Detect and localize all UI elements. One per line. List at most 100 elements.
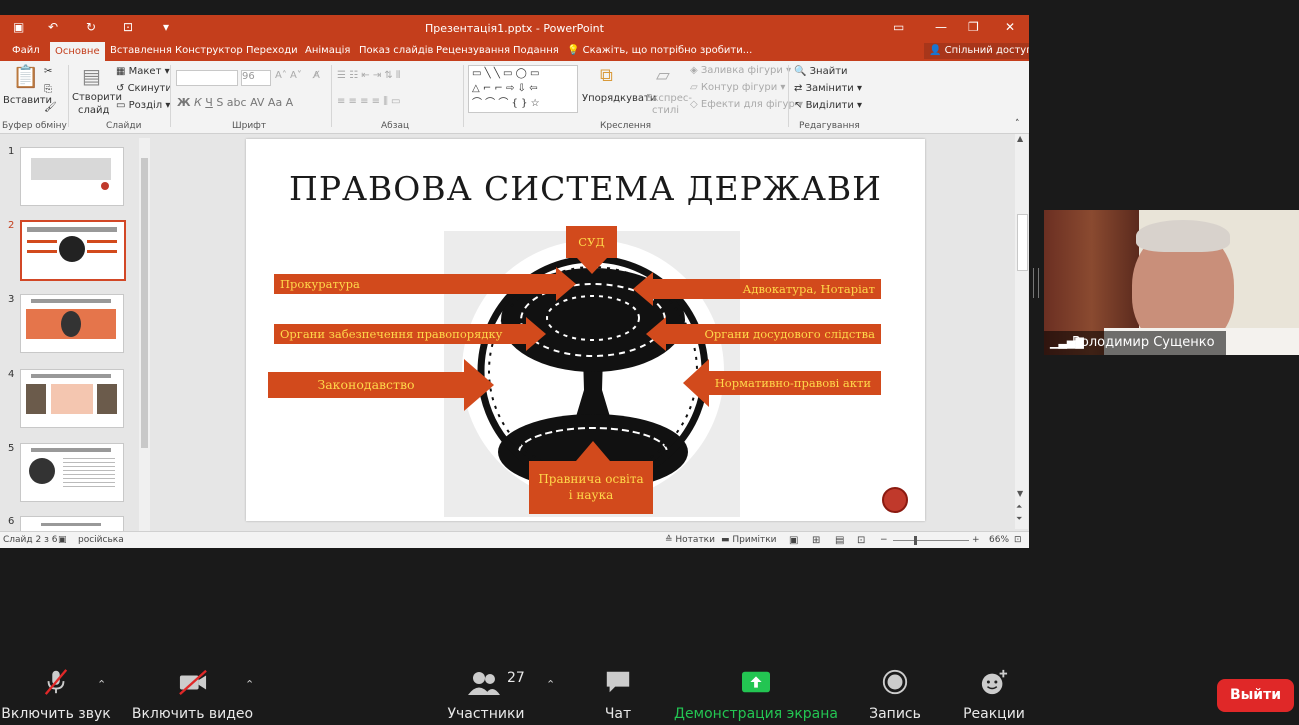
split-handle[interactable]: [1033, 268, 1039, 298]
zoom-out-icon[interactable]: −: [880, 535, 888, 545]
label-normative[interactable]: Нормативно-правові акти: [708, 371, 881, 395]
divider: [463, 65, 464, 127]
new-slide-button-line2[interactable]: слайд: [78, 105, 109, 116]
comments-button[interactable]: ▬ Примітки: [721, 535, 777, 545]
tab-transitions[interactable]: Переходи: [246, 45, 298, 56]
tell-me-search[interactable]: 💡 Скажіть, що потрібно зробити...: [567, 45, 752, 56]
thumbnail-slide-4[interactable]: [20, 369, 124, 428]
tab-slideshow[interactable]: Показ слайдів: [359, 45, 433, 56]
tab-insert[interactable]: Вставлення: [110, 45, 172, 56]
tab-home[interactable]: Основне: [50, 42, 105, 61]
chat-button[interactable]: Чат: [590, 668, 646, 722]
zoom-in-icon[interactable]: +: [972, 535, 980, 545]
arrange-icon[interactable]: ⧉: [600, 65, 613, 86]
font-family-input[interactable]: [176, 70, 238, 86]
unmute-button[interactable]: Включить звук: [0, 668, 112, 722]
record-button[interactable]: Запись: [862, 668, 928, 722]
slide-logo: [882, 487, 908, 513]
label-advocacy[interactable]: Адвокатура, Нотаріат: [653, 279, 881, 299]
notes-button[interactable]: ≙ Нотатки: [665, 535, 715, 545]
font-size-input[interactable]: 96: [241, 70, 271, 86]
tab-animations[interactable]: Анімація: [305, 45, 350, 56]
quick-styles-button-line2[interactable]: стилі: [652, 105, 679, 116]
scrollbar-thumb[interactable]: [1017, 214, 1028, 271]
scroll-up-icon[interactable]: ▲: [1017, 134, 1023, 143]
zoom-slider-thumb[interactable]: [914, 536, 917, 545]
label-law-order[interactable]: Органи забезпечення правопорядку: [274, 324, 526, 344]
spellcheck-icon[interactable]: ▣: [58, 535, 67, 545]
reset-button[interactable]: ↺ Скинути: [116, 83, 172, 94]
slideshow-view-icon[interactable]: ⊡: [857, 535, 865, 546]
chat-icon: [606, 671, 630, 693]
thumb-image: [97, 384, 117, 414]
maximize-icon[interactable]: ❐: [968, 20, 979, 34]
scroll-down-icon[interactable]: ▼: [1017, 489, 1023, 498]
start-video-button[interactable]: Включить видео: [130, 668, 255, 722]
tab-file[interactable]: Файл: [12, 45, 40, 56]
fit-slide-icon[interactable]: ⊡: [1014, 535, 1022, 545]
section-button[interactable]: ▭ Розділ ▾: [116, 100, 170, 111]
replace-button[interactable]: ⇄ Замінити ▾: [794, 83, 862, 94]
thumbnails-scrollbar[interactable]: [139, 138, 150, 542]
language-indicator[interactable]: російська: [78, 535, 124, 545]
thumbnail-slide-1[interactable]: [20, 147, 124, 206]
reading-view-icon[interactable]: ▤: [835, 535, 844, 546]
shapes-gallery[interactable]: ▭ ╲ ╲ ▭ ◯ ▭ △ ⌐ ⌐ ⇨ ⇩ ⇦ ⌒ ⌒ ⌒ { } ☆: [468, 65, 578, 113]
slide-canvas[interactable]: ПРАВОВА СИСТЕМА ДЕРЖАВИ СУД Прокуратура …: [246, 139, 925, 521]
zoom-level[interactable]: 66%: [989, 535, 1009, 545]
cut-icon[interactable]: ✂: [44, 66, 52, 77]
minimize-icon[interactable]: —: [935, 20, 947, 34]
quick-styles-button[interactable]: Експрес-: [646, 93, 692, 104]
thumbnail-slide-5[interactable]: [20, 443, 124, 502]
scrollbar-thumb[interactable]: [141, 158, 148, 448]
thumbnail-slide-2[interactable]: [20, 220, 126, 281]
tab-review[interactable]: Рецензування: [436, 45, 510, 56]
ribbon-options-icon[interactable]: ▭: [893, 20, 904, 34]
new-slide-icon[interactable]: ▤: [82, 64, 101, 88]
participants-button[interactable]: 27 Участники: [445, 668, 527, 722]
share-screen-button[interactable]: Демонстрация экрана: [672, 668, 840, 722]
close-icon[interactable]: ✕: [1005, 20, 1015, 34]
layout-button[interactable]: ▦ Макет ▾: [116, 66, 170, 77]
slide-title[interactable]: ПРАВОВА СИСТЕМА ДЕРЖАВИ: [246, 169, 925, 208]
shape-fill-button[interactable]: ◈ Заливка фігури ▾: [690, 65, 791, 76]
new-slide-button[interactable]: Створити: [72, 92, 122, 103]
ribbon-tabs: Файл Основне Вставлення Конструктор Пере…: [0, 42, 1029, 61]
next-slide-icon[interactable]: ⏷: [1016, 514, 1022, 524]
shape-outline-button[interactable]: ▱ Контур фігури ▾: [690, 82, 785, 93]
label-legislation[interactable]: Законодавство: [268, 372, 464, 398]
tab-design[interactable]: Конструктор: [175, 45, 243, 56]
audio-options-caret[interactable]: ⌃: [97, 678, 106, 691]
share-button[interactable]: 👤 Спільний доступ: [924, 43, 1029, 59]
shape-effects-button[interactable]: ◇ Ефекти для фігур ▾: [690, 99, 803, 110]
list-buttons[interactable]: ☰ ☷ ⇤ ⇥ ⇅ ⫴: [337, 70, 400, 81]
label-prosecution[interactable]: Прокуратура: [274, 274, 556, 294]
select-button[interactable]: ↖ Виділити ▾: [794, 100, 862, 111]
participants-options-caret[interactable]: ⌃: [546, 678, 555, 691]
font-style-buttons[interactable]: Ж К Ч S abc AV Aa A: [177, 96, 293, 109]
label-court[interactable]: СУД: [566, 226, 617, 258]
format-painter-icon[interactable]: 🖌: [44, 102, 57, 113]
participants-label: Участники: [447, 706, 525, 722]
editor-scrollbar[interactable]: ▲ ▼ ⏶ ⏷: [1015, 134, 1028, 529]
tab-view[interactable]: Подання: [513, 45, 559, 56]
reactions-button[interactable]: Реакции: [960, 668, 1028, 722]
find-button[interactable]: 🔍 Знайти: [794, 66, 848, 77]
clear-format-icon[interactable]: A̸: [313, 70, 320, 81]
grow-shrink-font-icons[interactable]: A˄ A˅: [275, 70, 302, 81]
collapse-ribbon-icon[interactable]: ˄: [1015, 119, 1020, 129]
slide-sorter-icon[interactable]: ⊞: [812, 535, 820, 546]
quick-styles-icon[interactable]: ▱: [656, 65, 670, 86]
start-video-label: Включить видео: [131, 706, 254, 722]
zoom-slider[interactable]: [893, 540, 969, 541]
video-options-caret[interactable]: ⌃: [245, 678, 254, 691]
label-education[interactable]: Правнича освіта і наука: [529, 461, 653, 514]
copy-icon[interactable]: ⎘: [44, 84, 52, 95]
align-buttons[interactable]: ≡ ≡ ≡ ≡ ⫼ ▭: [337, 96, 400, 107]
normal-view-icon[interactable]: ▣: [789, 535, 798, 546]
leave-meeting-button[interactable]: Выйти: [1217, 679, 1294, 712]
thumbnail-slide-3[interactable]: [20, 294, 124, 353]
label-pretrial[interactable]: Органи досудового слідства: [666, 324, 881, 344]
prev-slide-icon[interactable]: ⏶: [1016, 502, 1022, 512]
paste-icon[interactable]: 📋: [12, 65, 39, 90]
